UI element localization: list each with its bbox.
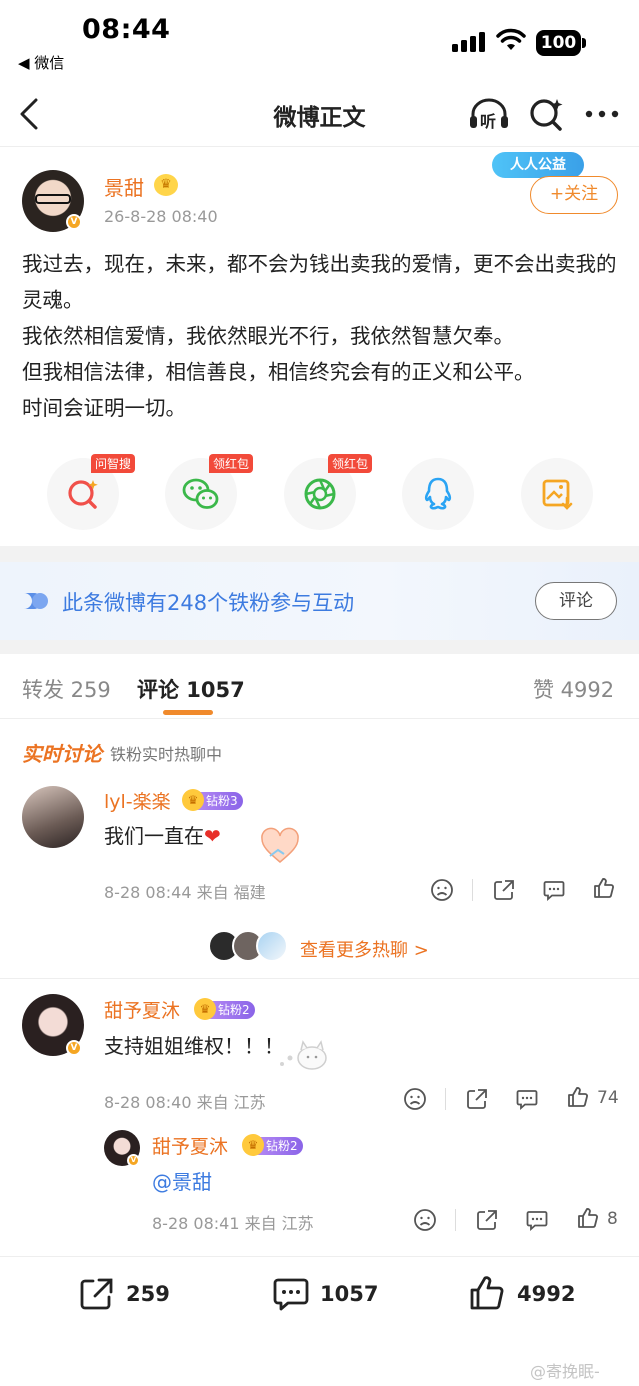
reply-name[interactable]: 甜予夏沐 bbox=[152, 1132, 228, 1159]
share-icon[interactable] bbox=[492, 878, 516, 902]
verified-badge-icon: V bbox=[127, 1154, 140, 1167]
more-options-icon[interactable] bbox=[582, 96, 622, 132]
save-image-button[interactable] bbox=[521, 458, 593, 530]
author-name[interactable]: 景甜 bbox=[104, 172, 144, 201]
tab-comments[interactable]: 评论 1057 bbox=[137, 674, 245, 704]
like-bar-button[interactable] bbox=[468, 1274, 508, 1314]
save-image-icon bbox=[542, 479, 573, 510]
wifi-icon bbox=[496, 28, 526, 50]
commenter-name[interactable]: 甜予夏沐 bbox=[104, 996, 180, 1023]
like-icon[interactable] bbox=[592, 876, 616, 900]
fan-badge-label: 钻粉3 bbox=[206, 793, 238, 808]
tab-reposts[interactable]: 转发 259 bbox=[22, 674, 111, 704]
action-separator bbox=[445, 1088, 446, 1110]
share-qq-button[interactable] bbox=[402, 458, 474, 530]
like-count-total: 4992 bbox=[517, 1282, 576, 1306]
qq-icon bbox=[424, 477, 452, 510]
like-icon[interactable] bbox=[576, 1206, 600, 1230]
share-tag: 领红包 bbox=[209, 454, 254, 473]
share-tag: 领红包 bbox=[328, 454, 373, 473]
dislike-icon[interactable] bbox=[403, 1087, 427, 1111]
fan-badge-label: 钻粉2 bbox=[266, 1138, 298, 1153]
fan-badge: ♛ 钻粉2 bbox=[194, 997, 255, 1020]
dislike-icon[interactable] bbox=[430, 878, 454, 902]
share-wechat-button[interactable]: 领红包 bbox=[165, 454, 254, 530]
watermark: @寄挽眠- bbox=[530, 1362, 600, 1381]
comments-divider bbox=[0, 978, 639, 979]
comment-text: 支持姐姐维权！！！ bbox=[104, 1034, 284, 1058]
like-icon bbox=[470, 1276, 504, 1310]
listen-label: 听 bbox=[480, 112, 497, 131]
reply-icon[interactable] bbox=[525, 1208, 549, 1232]
battery-icon: 100 bbox=[536, 30, 586, 56]
commenter-avatar[interactable] bbox=[22, 786, 84, 848]
cellular-signal-icon bbox=[452, 32, 485, 52]
reply-icon[interactable] bbox=[515, 1087, 539, 1111]
post-content: 我过去，现在，未来，都不会为钱出卖我的爱情，更不会出卖我的灵魂。 我依然相信爱情… bbox=[22, 246, 622, 426]
comment-icon bbox=[273, 1278, 309, 1311]
section-gap bbox=[0, 640, 639, 654]
share-icon[interactable] bbox=[465, 1087, 489, 1111]
member-crown-icon: ♛ bbox=[154, 174, 178, 196]
share-moments-button[interactable]: 领红包 bbox=[284, 454, 373, 530]
heart-sticker-icon bbox=[261, 827, 299, 863]
tab-likes[interactable]: 赞 4992 bbox=[533, 674, 614, 704]
like-count: 8 bbox=[607, 1209, 618, 1229]
charity-badge[interactable]: 人人公益 bbox=[492, 152, 584, 178]
comment-meta: 8-28 08:40 来自 江苏 bbox=[104, 1093, 266, 1112]
comment-text-content: 我们一直在 bbox=[104, 824, 204, 848]
back-to-app-link[interactable]: ◀ 微信 bbox=[18, 52, 64, 73]
post-line: 时间会证明一切。 bbox=[22, 396, 186, 420]
comment-text: 我们一直在❤ bbox=[104, 820, 221, 849]
verified-badge-icon: V bbox=[66, 214, 82, 230]
section-gap bbox=[0, 546, 639, 562]
nav-divider bbox=[0, 146, 639, 147]
comment-meta: 8-28 08:44 来自 福建 bbox=[104, 883, 266, 902]
verified-badge-icon: V bbox=[66, 1040, 82, 1056]
share-ai-search-button[interactable]: 问智搜 bbox=[47, 454, 136, 530]
fans-interaction-text: 此条微博有248个铁粉参与互动 bbox=[62, 591, 355, 615]
tabs-divider bbox=[0, 718, 639, 719]
like-count: 74 bbox=[597, 1088, 619, 1108]
heart-emoji-icon: ❤ bbox=[204, 824, 221, 848]
fans-icon bbox=[24, 593, 48, 609]
comment-bar-button[interactable] bbox=[272, 1276, 312, 1316]
action-separator bbox=[472, 879, 473, 901]
fan-badge-label: 钻粉2 bbox=[218, 1002, 250, 1017]
ai-search-icon[interactable] bbox=[526, 96, 566, 132]
listen-button[interactable]: 听 bbox=[468, 96, 510, 132]
repost-count: 259 bbox=[126, 1282, 170, 1306]
commenter-name[interactable]: lyl-楽楽 bbox=[104, 787, 171, 814]
cat-sticker-icon bbox=[280, 1040, 327, 1070]
post-line: 但我相信法律，相信善良，相信终究会有的正义和公平。 bbox=[22, 360, 535, 384]
comment-count: 1057 bbox=[320, 1282, 379, 1306]
live-discussion-subtitle: 铁粉实时热聊中 bbox=[110, 745, 223, 764]
reply-meta: 8-28 08:41 来自 江苏 bbox=[152, 1214, 314, 1233]
follow-button[interactable]: +关注 bbox=[530, 176, 618, 214]
comment-button[interactable]: 评论 bbox=[535, 582, 617, 620]
action-separator bbox=[455, 1209, 456, 1231]
wechat-icon bbox=[182, 478, 219, 509]
share-icon[interactable] bbox=[475, 1208, 499, 1232]
chat-participant-avatar bbox=[256, 930, 288, 962]
moments-icon bbox=[304, 478, 336, 510]
repost-icon bbox=[80, 1278, 113, 1310]
ai-search-icon bbox=[68, 480, 98, 509]
reply-icon[interactable] bbox=[542, 878, 566, 902]
live-discussion-title: 实时讨论 bbox=[22, 742, 102, 766]
post-time: 26-8-28 08:40 bbox=[104, 207, 218, 226]
active-tab-indicator bbox=[163, 710, 213, 715]
reply-mention[interactable]: @景甜 bbox=[152, 1166, 212, 1195]
share-tag: 问智搜 bbox=[91, 454, 136, 473]
status-time: 08:44 bbox=[82, 14, 171, 45]
dislike-icon[interactable] bbox=[413, 1208, 437, 1232]
fan-badge: ♛ 钻粉2 bbox=[242, 1133, 303, 1156]
view-more-chat-link[interactable]: 查看更多热聊 > bbox=[300, 936, 429, 962]
like-icon[interactable] bbox=[566, 1085, 590, 1109]
post-line: 我过去，现在，未来，都不会为钱出卖我的爱情，更不会出卖我的灵魂。 bbox=[22, 252, 617, 312]
post-line: 我依然相信爱情，我依然眼光不行，我依然智慧欠奉。 bbox=[22, 324, 514, 348]
battery-level: 100 bbox=[536, 30, 581, 56]
fan-badge: ♛ 钻粉3 bbox=[182, 788, 243, 811]
